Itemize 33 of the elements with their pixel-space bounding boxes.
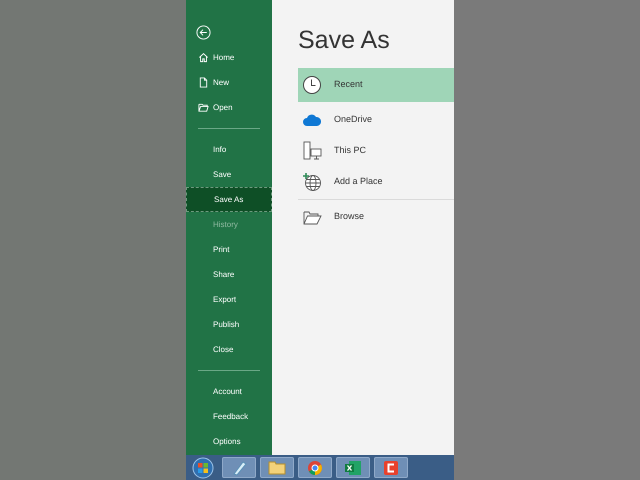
- page-title: Save As: [298, 25, 391, 56]
- sidebar-item[interactable]: Share: [186, 262, 272, 287]
- place-item[interactable]: This PC: [298, 135, 454, 166]
- globe-add-icon: [302, 172, 322, 192]
- taskbar-app-icon[interactable]: [222, 457, 256, 478]
- sidebar-item[interactable]: Options: [186, 429, 272, 454]
- sidebar-item[interactable]: Home: [186, 45, 272, 70]
- folder-icon: [198, 102, 209, 113]
- sidebar-item[interactable]: Save As: [186, 187, 272, 212]
- sidebar-item[interactable]: Open: [186, 95, 272, 120]
- folder-icon: [302, 210, 322, 224]
- sidebar-item[interactable]: New: [186, 70, 272, 95]
- browse-button[interactable]: Browse: [298, 200, 454, 234]
- sidebar-item[interactable]: Account: [186, 379, 272, 404]
- computer-icon: [302, 140, 322, 160]
- place-item[interactable]: Recent: [298, 68, 454, 102]
- sidebar-item[interactable]: Save: [186, 162, 272, 187]
- sidebar-item[interactable]: Export: [186, 287, 272, 312]
- folder-taskbar-icon[interactable]: [260, 457, 294, 478]
- sidebar-item[interactable]: Feedback: [186, 404, 272, 429]
- sidebar-item[interactable]: Close: [186, 337, 272, 362]
- spreadsheet-taskbar-icon[interactable]: [336, 457, 370, 478]
- recorder-taskbar-icon[interactable]: [374, 457, 408, 478]
- cloud-icon: [303, 114, 321, 126]
- home-icon: [198, 52, 209, 63]
- sidebar-item[interactable]: Publish: [186, 312, 272, 337]
- place-item[interactable]: OneDrive: [298, 104, 454, 135]
- sidebar-item[interactable]: Info: [186, 137, 272, 162]
- place-item[interactable]: Add a Place: [298, 166, 454, 197]
- browser-taskbar-icon[interactable]: [298, 457, 332, 478]
- document-icon: [198, 77, 209, 88]
- sidebar-item[interactable]: Print: [186, 237, 272, 262]
- clock-icon: [302, 75, 322, 95]
